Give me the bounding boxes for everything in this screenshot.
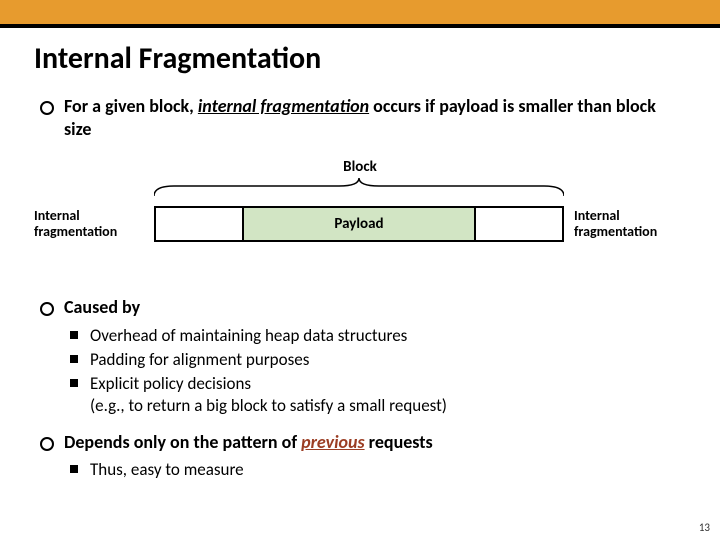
bullet-3: Depends only on the pattern of previous … [34,431,686,482]
fragmentation-diagram: Block Internal fragmentation Payload Int… [34,158,686,268]
bullet-1: For a given block, internal fragmentatio… [34,95,686,140]
bullet-2-sub-2: Padding for alignment purposes [64,349,686,371]
bullet-2-sub-3: Explicit policy decisions (e.g., to retu… [64,373,686,417]
top-accent-bar [0,0,720,24]
bullet-2-sub-1: Overhead of maintaining heap data struct… [64,325,686,347]
right-empty-segment [474,206,564,242]
bullet-3-em: previous [301,431,364,453]
bullet-list: For a given block, internal fragmentatio… [34,95,686,140]
bullet-2-sub-3b: (e.g., to return a big block to satisfy … [90,395,447,416]
page-number: 13 [699,521,710,534]
slide-content: Internal Fragmentation For a given block… [0,28,720,481]
bullet-1-em: internal fragmentation [198,95,369,117]
bullet-2: Caused by Overhead of maintaining heap d… [34,296,686,417]
left-fragmentation-label: Internal fragmentation [34,208,154,240]
bullet-3-pre: Depends only on the pattern of [64,431,301,453]
slide: Internal Fragmentation For a given block… [0,0,720,540]
payload-segment: Payload [244,206,474,242]
bullet-3-sublist: Thus, easy to measure [64,459,686,481]
bullet-list-2: Caused by Overhead of maintaining heap d… [34,296,686,481]
bullet-2-sub-3a: Explicit policy decisions [90,373,251,394]
bullet-1-pre: For a given block, [64,95,198,117]
brace-top-icon [154,178,564,196]
block-label: Block [34,158,686,176]
diagram-row: Internal fragmentation Payload Internal … [34,206,686,242]
bullet-3-post: requests [365,431,433,453]
right-fragmentation-label: Internal fragmentation [564,208,684,240]
bullet-2-text: Caused by [64,296,140,318]
bullet-2-sublist: Overhead of maintaining heap data struct… [64,325,686,417]
slide-title: Internal Fragmentation [34,40,686,77]
left-empty-segment [154,206,244,242]
bullet-3-sub-1: Thus, easy to measure [64,459,686,481]
payload-label: Payload [334,215,383,233]
